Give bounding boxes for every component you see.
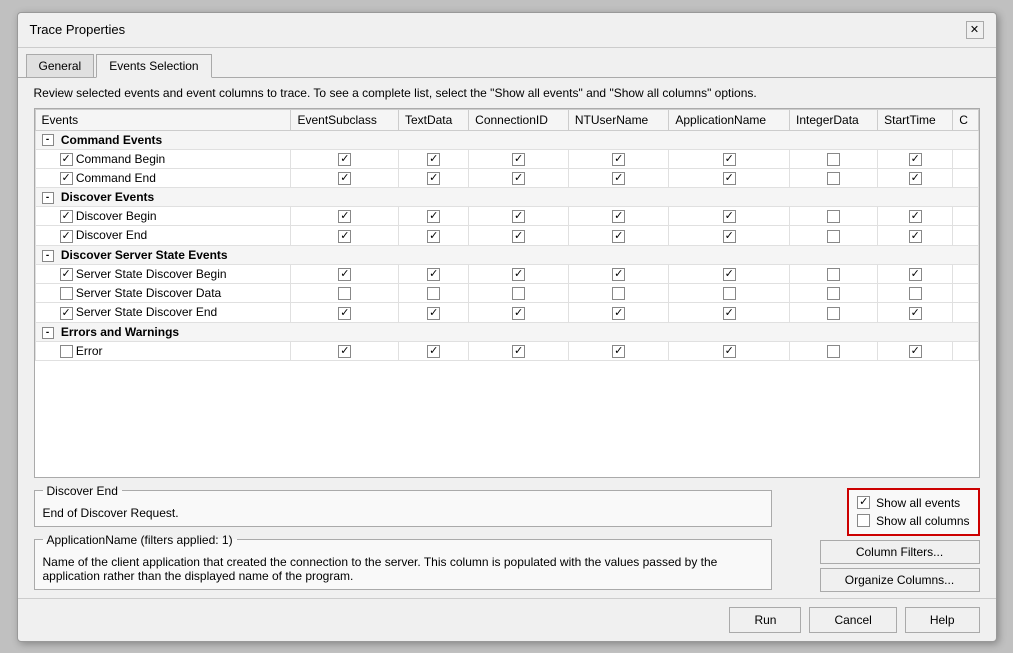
show-all-columns-row[interactable]: Show all columns [857, 514, 969, 528]
group-collapse-command[interactable]: - [42, 134, 54, 146]
table-row: Server State Discover Data [35, 284, 978, 303]
info-boxes: Discover End End of Discover Request. Ap… [34, 484, 772, 592]
row-cb-error[interactable] [60, 345, 73, 358]
table-row: Server State Discover Begin [35, 264, 978, 283]
show-all-columns-checkbox[interactable] [857, 514, 870, 527]
hint-text: Review selected events and event columns… [18, 78, 996, 108]
show-all-events-label: Show all events [876, 496, 960, 510]
table-row: - Discover Events [35, 188, 978, 207]
column-filters-button[interactable]: Column Filters... [820, 540, 980, 564]
discover-end-content: End of Discover Request. [43, 506, 763, 520]
col-starttime: StartTime [878, 109, 953, 130]
table-row: Command Begin [35, 149, 978, 168]
app-name-box: ApplicationName (filters applied: 1) Nam… [34, 533, 772, 590]
col-connectionid: ConnectionID [469, 109, 569, 130]
table-row: Command End [35, 168, 978, 187]
show-options-box: Show all events Show all columns [847, 488, 979, 536]
row-cb-command-end[interactable] [60, 172, 73, 185]
group-label-discover: Discover Events [61, 190, 154, 204]
organize-columns-button[interactable]: Organize Columns... [820, 568, 980, 592]
col-integerdata: IntegerData [790, 109, 878, 130]
show-all-events-checkbox[interactable] [857, 496, 870, 509]
right-panel: Show all events Show all columns Column … [780, 484, 980, 592]
show-all-columns-label: Show all columns [876, 514, 969, 528]
table-row: - Errors and Warnings [35, 322, 978, 341]
col-eventsubclass: EventSubclass [291, 109, 398, 130]
col-applicationname: ApplicationName [669, 109, 790, 130]
table-row: Error [35, 341, 978, 360]
row-cb-discover-begin[interactable] [60, 210, 73, 223]
help-button[interactable]: Help [905, 607, 980, 633]
row-cb-command-begin[interactable] [60, 153, 73, 166]
dialog-title: Trace Properties [30, 22, 126, 37]
table-row: - Command Events [35, 130, 978, 149]
action-buttons: Column Filters... Organize Columns... [820, 540, 980, 592]
row-cb-ssdb[interactable] [60, 268, 73, 281]
discover-end-title: Discover End [43, 484, 122, 498]
tab-bar: General Events Selection [18, 48, 996, 78]
show-all-events-row[interactable]: Show all events [857, 496, 969, 510]
app-name-content: Name of the client application that crea… [43, 555, 763, 583]
app-name-title: ApplicationName (filters applied: 1) [43, 533, 237, 547]
run-button[interactable]: Run [729, 607, 801, 633]
events-table: Events EventSubclass TextData Connection… [35, 109, 979, 362]
title-bar: Trace Properties ✕ [18, 13, 996, 48]
row-cb-discover-end[interactable] [60, 230, 73, 243]
footer: Run Cancel Help [18, 598, 996, 641]
tab-general[interactable]: General [26, 54, 95, 77]
group-label-command: Command Events [61, 133, 162, 147]
group-collapse-discover[interactable]: - [42, 192, 54, 204]
content-area: Events EventSubclass TextData Connection… [18, 108, 996, 598]
row-cb-ssde[interactable] [60, 307, 73, 320]
group-collapse-server-state[interactable]: - [42, 250, 54, 262]
row-cb-ssdd[interactable] [60, 287, 73, 300]
table-row: Server State Discover End [35, 303, 978, 322]
group-label-server-state: Discover Server State Events [61, 248, 228, 262]
group-label-errors: Errors and Warnings [61, 325, 179, 339]
table-row: Discover End [35, 226, 978, 245]
bottom-area: Discover End End of Discover Request. Ap… [34, 478, 980, 598]
col-textdata: TextData [398, 109, 468, 130]
discover-end-box: Discover End End of Discover Request. [34, 484, 772, 527]
tab-events-selection[interactable]: Events Selection [96, 54, 211, 78]
close-button[interactable]: ✕ [966, 21, 984, 39]
events-table-container[interactable]: Events EventSubclass TextData Connection… [34, 108, 980, 478]
col-events: Events [35, 109, 291, 130]
table-row: - Discover Server State Events [35, 245, 978, 264]
group-collapse-errors[interactable]: - [42, 327, 54, 339]
table-row: Discover Begin [35, 207, 978, 226]
trace-properties-dialog: Trace Properties ✕ General Events Select… [17, 12, 997, 642]
cancel-button[interactable]: Cancel [809, 607, 896, 633]
col-ntusername: NTUserName [568, 109, 668, 130]
col-extra: C [953, 109, 978, 130]
